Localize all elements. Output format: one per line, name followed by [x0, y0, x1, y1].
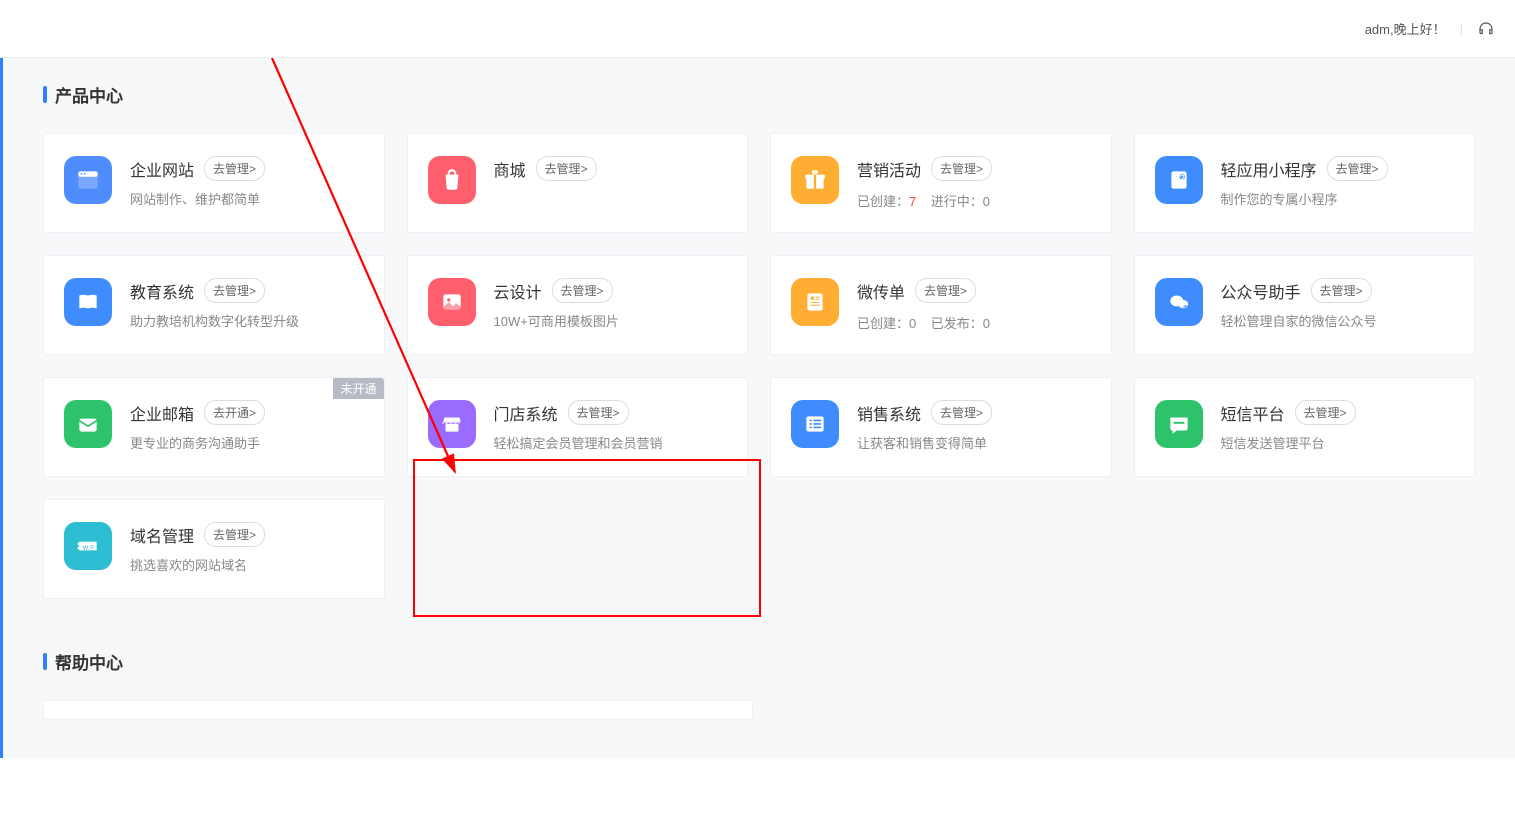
- card-email[interactable]: 未开通 企业邮箱 去开通> 更专业的商务沟通助手: [43, 377, 385, 477]
- card-title: 轻应用小程序: [1221, 157, 1317, 181]
- chat-icon: [1155, 400, 1203, 448]
- section-title-help: 帮助中心: [43, 649, 1475, 674]
- store-icon: [428, 400, 476, 448]
- card-title: 营销活动: [857, 157, 921, 181]
- card-title: 公众号助手: [1221, 279, 1301, 303]
- card-desc: 轻松搞定会员管理和会员营销: [494, 435, 728, 453]
- section-title-products: 产品中心: [43, 82, 1475, 107]
- card-sms[interactable]: 短信平台 去管理> 短信发送管理平台: [1134, 377, 1476, 477]
- card-desc: 挑选喜欢的网站域名: [130, 557, 364, 575]
- help-card-placeholder: [43, 700, 753, 720]
- stats-running-value: 0: [983, 194, 990, 209]
- manage-button[interactable]: 去管理>: [1311, 278, 1372, 303]
- divider-vertical: |: [1460, 21, 1463, 36]
- card-marketing[interactable]: 营销活动 去管理> 已创建：7 进行中：0: [770, 133, 1112, 233]
- manage-button[interactable]: 去管理>: [915, 278, 976, 303]
- greeting-text: adm,晚上好！: [1365, 19, 1446, 38]
- title-bar-icon: [43, 653, 47, 670]
- card-title: 商城: [494, 157, 526, 181]
- card-desc: 更专业的商务沟通助手: [130, 435, 364, 453]
- manage-button[interactable]: 去管理>: [931, 400, 992, 425]
- gift-icon: [791, 156, 839, 204]
- manage-button[interactable]: 去管理>: [552, 278, 613, 303]
- card-desc: 网站制作、维护都简单: [130, 191, 364, 209]
- card-domain[interactable]: w.= 域名管理 去管理> 挑选喜欢的网站域名: [43, 499, 385, 599]
- list-icon: [791, 400, 839, 448]
- card-title: 门店系统: [494, 401, 558, 425]
- card-title: 短信平台: [1221, 401, 1285, 425]
- card-desc: 让获客和销售变得简单: [857, 435, 1091, 453]
- card-title: 企业网站: [130, 157, 194, 181]
- top-bar: adm,晚上好！ |: [0, 0, 1515, 58]
- card-stats: 已创建：7 进行中：0: [857, 191, 1091, 210]
- stats-created-label: 已创建：: [857, 316, 909, 331]
- manage-button[interactable]: 去管理>: [931, 156, 992, 181]
- manage-button[interactable]: 去管理>: [204, 156, 265, 181]
- card-sales[interactable]: 销售系统 去管理> 让获客和销售变得简单: [770, 377, 1112, 477]
- manage-button[interactable]: 去管理>: [1295, 400, 1356, 425]
- manage-button[interactable]: 去管理>: [1327, 156, 1388, 181]
- manage-button[interactable]: 去管理>: [568, 400, 629, 425]
- stats-pub-value: 0: [983, 316, 990, 331]
- badge-not-activated: 未开通: [333, 378, 383, 399]
- card-title: 企业邮箱: [130, 401, 194, 425]
- main-area: 产品中心 企业网站 去管理> 网站制作、维护都简单: [0, 58, 1515, 758]
- card-desc: 制作您的专属小程序: [1221, 191, 1455, 209]
- card-flyer[interactable]: 微传单 去管理> 已创建：0 已发布：0: [770, 255, 1112, 355]
- manage-button[interactable]: 去管理>: [536, 156, 597, 181]
- browser-window-icon: [64, 156, 112, 204]
- mail-icon: [64, 400, 112, 448]
- card-desc: 短信发送管理平台: [1221, 435, 1455, 453]
- activate-button[interactable]: 去开通>: [204, 400, 265, 425]
- stats-pub-label: 已发布：: [931, 316, 983, 331]
- card-desc: 助力教培机构数字化转型升级: [130, 313, 364, 331]
- stats-created-label: 已创建：: [857, 194, 909, 209]
- shopping-bag-icon: [428, 156, 476, 204]
- miniapp-icon: [1155, 156, 1203, 204]
- domain-icon: w.=: [64, 522, 112, 570]
- card-title: 教育系统: [130, 279, 194, 303]
- stats-created-value: 0: [909, 316, 916, 331]
- card-title: 微传单: [857, 279, 905, 303]
- card-desc: 轻松管理自家的微信公众号: [1221, 313, 1455, 331]
- card-title: 云设计: [494, 279, 542, 303]
- title-bar-icon: [43, 86, 47, 103]
- card-stats: 已创建：0 已发布：0: [857, 313, 1091, 332]
- stats-created-value: 7: [909, 194, 916, 209]
- wechat-icon: [1155, 278, 1203, 326]
- card-site[interactable]: 企业网站 去管理> 网站制作、维护都简单: [43, 133, 385, 233]
- card-design[interactable]: 云设计 去管理> 10W+可商用模板图片: [407, 255, 749, 355]
- headset-icon[interactable]: [1477, 20, 1495, 38]
- book-icon: [64, 278, 112, 326]
- card-desc: 10W+可商用模板图片: [494, 313, 728, 331]
- image-icon: [428, 278, 476, 326]
- flyer-icon: [791, 278, 839, 326]
- card-mall[interactable]: 商城 去管理>: [407, 133, 749, 233]
- products-title-text: 产品中心: [55, 82, 123, 107]
- manage-button[interactable]: 去管理>: [204, 522, 265, 547]
- svg-text:w.=: w.=: [82, 542, 95, 551]
- card-store[interactable]: 门店系统 去管理> 轻松搞定会员管理和会员营销: [407, 377, 749, 477]
- card-title: 域名管理: [130, 523, 194, 547]
- manage-button[interactable]: 去管理>: [204, 278, 265, 303]
- card-title: 销售系统: [857, 401, 921, 425]
- content: 产品中心 企业网站 去管理> 网站制作、维护都简单: [3, 58, 1515, 758]
- stats-running-label: 进行中：: [931, 194, 983, 209]
- card-edu[interactable]: 教育系统 去管理> 助力教培机构数字化转型升级: [43, 255, 385, 355]
- help-title-text: 帮助中心: [55, 649, 123, 674]
- card-miniapp[interactable]: 轻应用小程序 去管理> 制作您的专属小程序: [1134, 133, 1476, 233]
- products-grid: 企业网站 去管理> 网站制作、维护都简单 商城 去管理>: [43, 133, 1475, 599]
- card-mp[interactable]: 公众号助手 去管理> 轻松管理自家的微信公众号: [1134, 255, 1476, 355]
